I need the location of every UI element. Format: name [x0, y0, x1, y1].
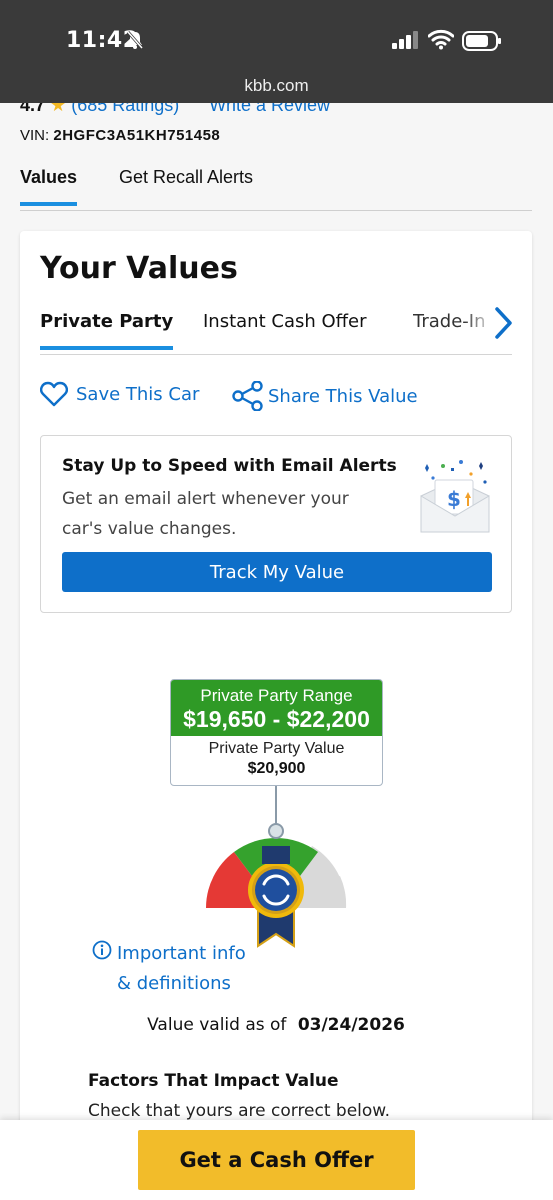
save-car-button[interactable]: Save This Car [40, 381, 199, 407]
bottom-cta-bar: Get a Cash Offer [0, 1120, 553, 1200]
values-card: Your Values Private Party Instant Cash O… [20, 231, 532, 1120]
valid-date: 03/24/2026 [297, 1015, 405, 1035]
page-content: 4.7 ★ (685 Ratings) Write a Review VIN: … [0, 103, 553, 1120]
valid-label: Value valid as of [147, 1015, 287, 1035]
vin-label: VIN: [20, 127, 50, 144]
tab-recall-alerts[interactable]: Get Recall Alerts [119, 167, 253, 202]
value-type-tabs: Private Party Instant Cash Offer Trade-I… [40, 305, 512, 355]
envelope-dollar-icon: $ [420, 460, 490, 533]
share-value-button[interactable]: Share This Value [232, 381, 418, 411]
tab-private-party[interactable]: Private Party [40, 311, 174, 350]
rating-row: 4.7 ★ (685 Ratings) Write a Review [20, 103, 330, 116]
chevron-right-icon[interactable] [490, 305, 516, 341]
range-value: $19,650 - $22,200 [183, 706, 370, 732]
value-gauge [206, 786, 347, 948]
share-icon [232, 381, 263, 411]
heart-icon [40, 381, 68, 407]
vin-value: 2HGFC3A51KH751458 [53, 127, 221, 144]
status-bar: 11:42 kbb.com [0, 0, 553, 103]
tab-values[interactable]: Values [20, 167, 78, 206]
svg-text:$: $ [447, 487, 461, 511]
alert-title: Stay Up to Speed with Email Alerts [62, 456, 397, 476]
card-title: Your Values [40, 251, 238, 286]
tab-instant-cash-offer[interactable]: Instant Cash Offer [203, 311, 367, 346]
info-icon [92, 940, 112, 960]
factors-subtitle: Check that yours are correct below. [88, 1101, 391, 1120]
private-party-value-label: Private Party Value [208, 740, 345, 757]
url-bar[interactable]: kbb.com [0, 76, 553, 96]
track-my-value-button[interactable]: Track My Value [62, 552, 492, 592]
star-icon: ★ [50, 103, 67, 115]
alert-text: Get an email alert whenever your car's v… [62, 489, 349, 539]
range-header: Private Party Range $19,650 - $22,200 [171, 680, 382, 736]
bell-muted-icon [126, 31, 144, 49]
email-alert-box: Stay Up to Speed with Email Alerts Get a… [40, 435, 512, 613]
share-value-label: Share This Value [268, 385, 418, 407]
value-valid-date: Value valid as of 03/24/2026 [20, 1015, 532, 1035]
cellular-signal-icon [392, 31, 418, 49]
save-car-label: Save This Car [76, 383, 200, 405]
get-cash-offer-button[interactable]: Get a Cash Offer [138, 1130, 415, 1190]
wifi-icon [428, 29, 454, 50]
private-party-value: $20,900 [247, 760, 306, 777]
info-line-2: & definitions [117, 973, 231, 994]
private-party-range-box: Private Party Range $19,650 - $22,200 Pr… [170, 679, 383, 786]
vin-row: VIN: 2HGFC3A51KH751458 [20, 127, 220, 144]
rating-value: 4.7 [20, 103, 46, 115]
info-line-1: Important info [117, 943, 246, 964]
ratings-count-link[interactable]: (685 Ratings) [71, 103, 179, 115]
battery-icon [462, 31, 501, 51]
range-label: Private Party Range [200, 686, 353, 705]
important-info-link[interactable]: Important info & definitions [117, 939, 246, 999]
main-tabs: Values Get Recall Alerts [20, 167, 532, 211]
write-review-link[interactable]: Write a Review [209, 103, 330, 115]
factors-title: Factors That Impact Value [88, 1071, 339, 1091]
